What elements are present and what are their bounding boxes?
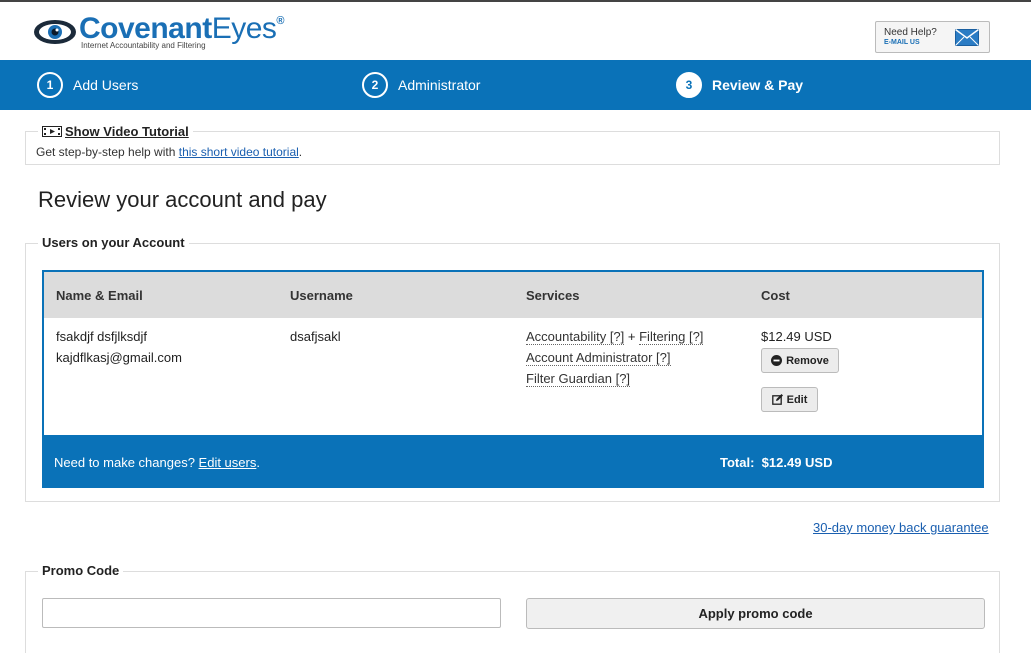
table-header: Name & Email Username Services Cost [44, 272, 982, 318]
envelope-icon [955, 29, 979, 46]
remove-label: Remove [786, 354, 829, 367]
site-header: CovenantEyes® Internet Accountability an… [0, 8, 1031, 60]
eye-logo-icon [34, 20, 76, 44]
edit-user-button[interactable]: Edit [761, 387, 818, 412]
minus-circle-icon [771, 355, 783, 366]
email-help-button[interactable]: Need Help? E-MAIL US [875, 21, 990, 53]
users-section: Users on your Account Name & Email Usern… [25, 235, 1000, 502]
user-cost: $12.49 USD [761, 329, 832, 344]
brand-logo[interactable]: CovenantEyes® Internet Accountability an… [33, 14, 284, 54]
user-name-email: fsakdjf dsfjlksdjf kajdflkasj@gmail.com [56, 326, 182, 368]
users-table: Name & Email Username Services Cost fsak… [42, 270, 984, 488]
page-title: Review your account and pay [38, 187, 327, 212]
user-services: Accountability [?] + Filtering [?] Accou… [526, 329, 704, 387]
user-email: kajdflkasj@gmail.com [56, 350, 182, 365]
account-administrator-service[interactable]: Account Administrator [?] [526, 350, 671, 366]
column-header-name: Name & Email [56, 288, 143, 303]
step-label: Add Users [73, 77, 139, 93]
checkout-steps: 1 Add Users 2 Administrator 3 Review & P… [0, 60, 1031, 110]
step-administrator[interactable]: 2 Administrator [362, 71, 480, 99]
edit-icon [771, 394, 783, 405]
step-number: 3 [676, 72, 702, 98]
column-header-username: Username [290, 288, 353, 303]
total-value: $12.49 USD [761, 455, 833, 470]
step-number: 1 [37, 72, 63, 98]
edit-label: Edit [786, 393, 808, 406]
changes-note: Need to make changes? Edit users. [54, 455, 260, 470]
video-tutorial-box: Show Video Tutorial Get step-by-step hel… [25, 124, 1000, 165]
step-review-pay[interactable]: 3 Review & Pay [676, 71, 803, 99]
users-section-title: Users on your Account [38, 235, 189, 250]
tutorial-link[interactable]: this short video tutorial [179, 145, 299, 159]
help-label: Need Help? [884, 27, 937, 38]
money-back-guarantee-link[interactable]: 30-day money back guarantee [813, 520, 989, 535]
brand-name: CovenantEyes® [79, 12, 284, 45]
column-header-services: Services [526, 288, 580, 303]
step-label: Review & Pay [712, 77, 804, 93]
order-total: Total: $12.49 USD [720, 455, 832, 470]
promo-code-section: Promo Code Apply promo code [25, 563, 1000, 653]
filtering-service[interactable]: Filtering [?] [639, 329, 704, 345]
apply-promo-code-button[interactable]: Apply promo code [526, 598, 985, 629]
step-number: 2 [362, 72, 388, 98]
tutorial-title: Show Video Tutorial [65, 124, 189, 139]
show-video-tutorial-toggle[interactable]: Show Video Tutorial [38, 124, 193, 139]
tutorial-description: Get step-by-step help with this short vi… [36, 145, 303, 159]
user-name: fsakdjf dsfjlksdjf [56, 329, 148, 344]
top-border [0, 0, 1031, 8]
user-username: dsafjsakl [290, 329, 341, 344]
edit-users-link[interactable]: Edit users [199, 455, 257, 470]
step-add-users[interactable]: 1 Add Users [37, 71, 138, 99]
step-label: Administrator [398, 77, 481, 93]
table-footer: Need to make changes? Edit users. Total:… [44, 435, 982, 486]
promo-code-title: Promo Code [38, 563, 124, 578]
total-label: Total: [720, 455, 755, 470]
accountability-service[interactable]: Accountability [?] [526, 329, 625, 345]
email-us-label: E-MAIL US [884, 39, 920, 46]
film-icon [42, 126, 62, 137]
column-header-cost: Cost [761, 288, 790, 303]
remove-user-button[interactable]: Remove [761, 348, 839, 373]
promo-code-input[interactable] [42, 598, 501, 628]
filter-guardian-service[interactable]: Filter Guardian [?] [526, 371, 631, 387]
